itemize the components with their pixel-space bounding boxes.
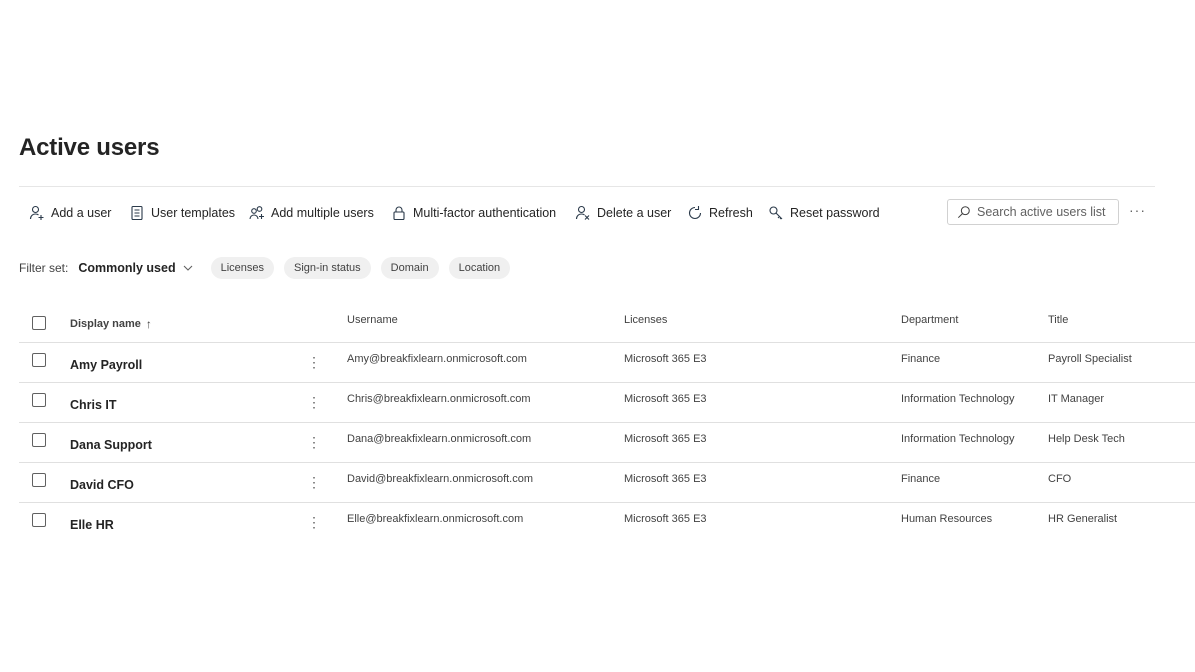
user-display-name[interactable]: Elle HR	[70, 505, 114, 544]
user-templates-button[interactable]: User templates	[129, 198, 235, 228]
column-header-display-name[interactable]: Display name ↑	[70, 306, 152, 342]
key-icon	[769, 206, 783, 220]
reset-password-label: Reset password	[790, 206, 880, 220]
add-person-icon	[29, 205, 44, 220]
table-row[interactable]: David CFO ⋮ David@breakfixlearn.onmicros…	[19, 463, 1195, 503]
select-all-checkbox[interactable]	[32, 316, 46, 330]
chevron-down-icon[interactable]	[182, 262, 194, 274]
user-license: Microsoft 365 E3	[624, 512, 707, 525]
row-checkbox[interactable]	[32, 433, 46, 447]
more-vertical-icon[interactable]: ⋮	[307, 383, 321, 422]
user-license: Microsoft 365 E3	[624, 472, 707, 485]
column-header-department[interactable]: Department	[901, 302, 958, 338]
filter-chip-location[interactable]: Location	[448, 257, 511, 279]
row-checkbox[interactable]	[32, 473, 46, 487]
more-vertical-icon[interactable]: ⋮	[307, 343, 321, 382]
more-vertical-icon[interactable]: ⋮	[307, 503, 321, 542]
user-department: Information Technology	[901, 432, 1015, 445]
search-icon	[957, 206, 970, 219]
delete-user-label: Delete a user	[597, 206, 672, 220]
filter-chip-licenses[interactable]: Licenses	[210, 257, 275, 279]
refresh-icon	[688, 206, 702, 220]
user-title: IT Manager	[1048, 392, 1105, 405]
add-multiple-users-button[interactable]: Add multiple users	[249, 198, 374, 228]
sort-ascending-icon: ↑	[145, 317, 152, 331]
mfa-label: Multi-factor authentication	[413, 206, 557, 220]
user-display-name[interactable]: Chris IT	[70, 385, 117, 424]
more-vertical-icon[interactable]: ⋮	[307, 423, 321, 462]
user-title: CFO	[1048, 472, 1072, 485]
table-row[interactable]: Elle HR ⋮ Elle@breakfixlearn.onmicrosoft…	[19, 503, 1195, 542]
users-table: Display name ↑ Username Licenses Departm…	[19, 306, 1195, 542]
refresh-label: Refresh	[709, 206, 753, 220]
filter-chip-sign-in-status[interactable]: Sign-in status	[284, 257, 371, 279]
column-header-title[interactable]: Title	[1048, 302, 1068, 338]
user-department: Human Resources	[901, 512, 993, 525]
user-license: Microsoft 365 E3	[624, 432, 707, 445]
user-license: Microsoft 365 E3	[624, 392, 707, 405]
user-templates-label: User templates	[151, 206, 236, 220]
title-divider	[19, 186, 1155, 187]
page-title: Active users	[19, 134, 160, 161]
user-title: Help Desk Tech	[1048, 432, 1125, 445]
filter-chip-domain[interactable]: Domain	[380, 257, 439, 279]
table-row[interactable]: Dana Support ⋮ Dana@breakfixlearn.onmicr…	[19, 423, 1195, 463]
more-options-button[interactable]: ···	[1129, 202, 1146, 218]
user-license: Microsoft 365 E3	[624, 352, 707, 365]
lock-icon	[393, 206, 405, 221]
user-department: Finance	[901, 472, 941, 485]
delete-user-button[interactable]: Delete a user	[575, 198, 671, 228]
add-people-icon	[249, 206, 264, 220]
row-checkbox[interactable]	[32, 353, 46, 367]
user-username: Elle@breakfixlearn.onmicrosoft.com	[347, 512, 524, 525]
user-display-name[interactable]: Amy Payroll	[70, 345, 142, 384]
user-display-name[interactable]: David CFO	[70, 465, 134, 504]
user-username: Dana@breakfixlearn.onmicrosoft.com	[347, 432, 532, 445]
reset-password-button[interactable]: Reset password	[768, 198, 880, 228]
row-checkbox[interactable]	[32, 393, 46, 407]
row-checkbox[interactable]	[32, 513, 46, 527]
add-user-button[interactable]: Add a user	[29, 198, 111, 228]
user-title: Payroll Specialist	[1048, 352, 1132, 365]
user-username: David@breakfixlearn.onmicrosoft.com	[347, 472, 534, 485]
column-header-licenses[interactable]: Licenses	[624, 302, 667, 338]
table-header: Display name ↑ Username Licenses Departm…	[19, 306, 1195, 343]
user-username: Amy@breakfixlearn.onmicrosoft.com	[347, 352, 527, 365]
user-display-name[interactable]: Dana Support	[70, 425, 152, 464]
add-multiple-users-label: Add multiple users	[271, 206, 374, 220]
search-input[interactable]	[977, 205, 1117, 219]
filter-set-dropdown[interactable]: Commonly used	[78, 261, 175, 275]
add-user-label: Add a user	[51, 206, 112, 220]
user-title: HR Generalist	[1048, 512, 1118, 525]
filter-bar: Filter set: Commonly used Licenses Sign-…	[19, 257, 619, 279]
delete-person-icon	[575, 205, 590, 220]
table-row[interactable]: Amy Payroll ⋮ Amy@breakfixlearn.onmicros…	[19, 343, 1195, 383]
refresh-button[interactable]: Refresh	[687, 198, 753, 228]
user-department: Information Technology	[901, 392, 1015, 405]
more-vertical-icon[interactable]: ⋮	[307, 463, 321, 502]
mfa-button[interactable]: Multi-factor authentication	[391, 198, 556, 228]
column-header-display-name-label: Display name	[70, 318, 141, 330]
document-icon	[131, 205, 143, 221]
filter-chips: Licenses Sign-in status Domain Location	[210, 257, 511, 279]
filter-set-label: Filter set:	[19, 261, 69, 275]
command-bar: Add a user User templates Add multiple u…	[19, 198, 1159, 228]
column-header-username[interactable]: Username	[347, 302, 398, 338]
search-box[interactable]	[947, 199, 1119, 225]
user-department: Finance	[901, 352, 941, 365]
user-username: Chris@breakfixlearn.onmicrosoft.com	[347, 392, 531, 405]
table-row[interactable]: Chris IT ⋮ Chris@breakfixlearn.onmicroso…	[19, 383, 1195, 423]
